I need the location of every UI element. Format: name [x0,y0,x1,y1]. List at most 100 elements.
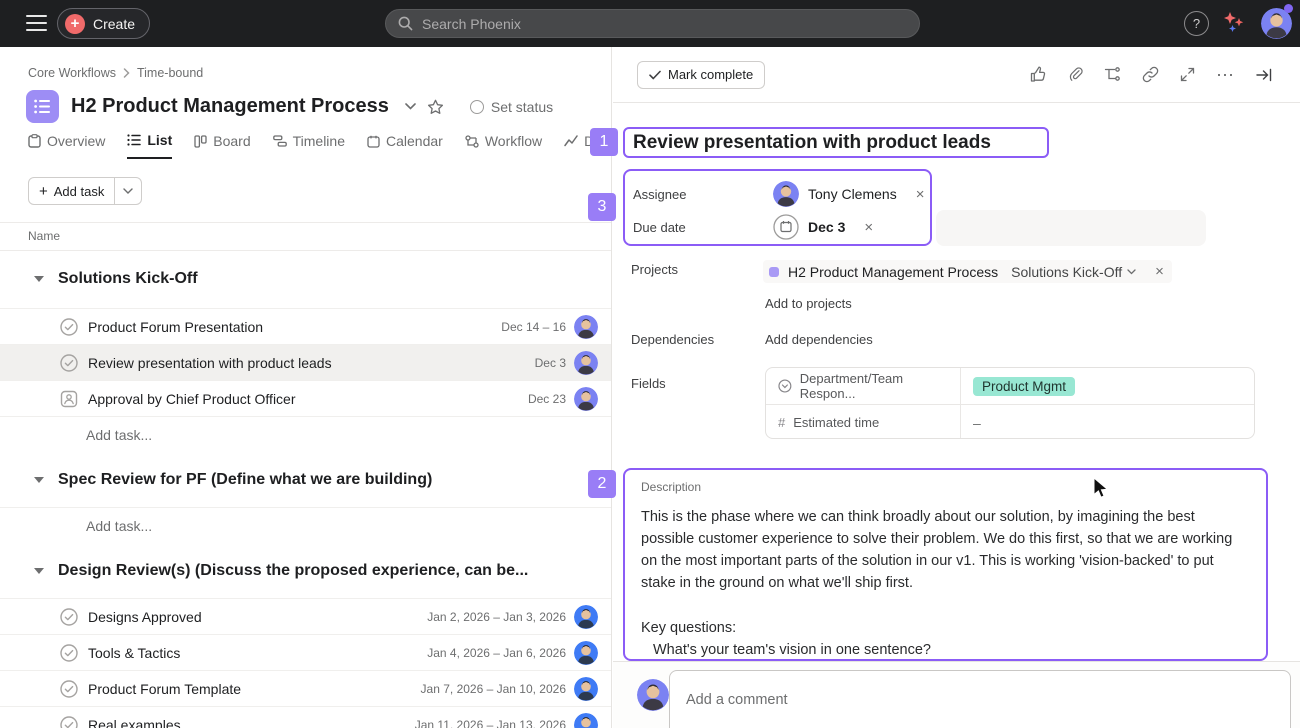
create-button[interactable]: + Create [57,8,150,39]
section-design-reviews[interactable]: Design Review(s) (Discuss the proposed e… [0,544,612,599]
project-assignment[interactable]: H2 Product Management Process Solutions … [763,260,1172,283]
remove-assignee-icon[interactable]: × [916,186,925,203]
remove-due-date-icon[interactable]: × [864,219,873,236]
subtasks-icon[interactable] [1104,67,1121,82]
collapse-triangle-icon [34,477,44,483]
collapse-triangle-icon [34,568,44,574]
tab-workflow[interactable]: Workflow [465,133,542,158]
search-input[interactable]: Search Phoenix [385,9,920,38]
chevron-down-icon [123,188,133,194]
more-options-icon[interactable]: ⋯ [1216,70,1235,80]
help-label: ? [1193,16,1200,31]
project-list-icon[interactable] [26,90,59,123]
tab-timeline-label: Timeline [293,133,345,149]
set-status-button[interactable]: Set status [470,99,553,115]
ghost-tooltip [936,210,1206,246]
task-row-selected[interactable]: Review presentation with product leads D… [0,345,612,381]
section-spec-review[interactable]: Spec Review for PF (Define what we are b… [0,453,612,508]
check-circle-icon[interactable] [60,318,78,336]
check-circle-icon[interactable] [60,716,78,728]
chevron-down-icon[interactable] [405,103,416,110]
fields-table: Department/Team Respon... Product Mgmt #… [765,367,1255,439]
add-dependencies-link[interactable]: Add dependencies [765,332,873,347]
mark-complete-button[interactable]: Mark complete [637,61,765,89]
description-field[interactable]: Description This is the phase where we c… [623,468,1268,661]
task-row[interactable]: Product Forum Presentation Dec 14 – 16 [0,309,612,345]
task-name: Review presentation with product leads [88,355,332,371]
due-date-value[interactable]: Dec 3 × [773,214,873,240]
check-circle-icon[interactable] [60,354,78,372]
section-title: Design Review(s) (Discuss the proposed e… [54,562,528,580]
add-task-button[interactable]: + Add task [28,177,142,205]
tab-calendar-label: Calendar [386,133,443,149]
task-row[interactable]: Designs Approved Jan 2, 2026 – Jan 3, 20… [0,599,612,635]
chevron-right-icon [123,68,130,78]
task-row[interactable]: Tools & Tactics Jan 4, 2026 – Jan 6, 202… [0,635,612,671]
assignee-avatar [574,351,598,375]
field-value-cell[interactable]: – [961,415,1254,431]
assignee-avatar [773,181,799,207]
section-solutions-kickoff[interactable]: Solutions Kick-Off [0,250,612,309]
page-title: H2 Product Management Process [71,95,389,118]
assignee-avatar [574,605,598,629]
approval-icon[interactable] [60,390,78,408]
project-list-panel: Core Workflows Time-bound H2 Product Man… [0,47,612,728]
field-name: Estimated time [793,415,879,430]
annotation-badge-1: 1 [590,128,618,156]
asana-app: + Create Search Phoenix ? Core Workflows [0,0,1300,728]
add-task-dropdown[interactable] [114,178,141,204]
field-name-cell[interactable]: Department/Team Respon... [766,368,961,404]
comment-input[interactable]: Add a comment [669,670,1291,728]
hamburger-menu-icon[interactable] [26,15,47,31]
attachment-icon[interactable] [1068,66,1083,83]
add-task-inline[interactable]: Add task... [0,508,612,544]
search-icon [398,16,413,31]
close-panel-icon[interactable] [1256,68,1272,82]
check-circle-icon[interactable] [60,644,78,662]
task-row[interactable]: Approval by Chief Product Officer Dec 23 [0,381,612,417]
task-date: Jan 2, 2026 – Jan 3, 2026 [427,610,566,624]
tab-workflow-label: Workflow [485,133,542,149]
field-value-cell[interactable]: Product Mgmt [961,377,1254,396]
set-status-label: Set status [491,99,553,115]
project-section-picker[interactable]: Solutions Kick-Off [1011,264,1136,280]
like-icon[interactable] [1030,66,1047,83]
link-icon[interactable] [1142,66,1159,83]
expand-icon[interactable] [1180,67,1195,82]
top-bar: + Create Search Phoenix ? [0,0,1300,47]
add-to-projects-link[interactable]: Add to projects [765,296,852,311]
comment-bar: Add a comment [613,661,1300,728]
task-list: Solutions Kick-Off Product Forum Present… [0,250,612,728]
add-task-inline[interactable]: Add task... [0,417,612,453]
task-row[interactable]: Product Forum Template Jan 7, 2026 – Jan… [0,671,612,707]
tab-list[interactable]: List [127,132,172,159]
status-circle-icon [470,100,484,114]
assignee-avatar [574,387,598,411]
dropdown-field-icon [778,379,792,393]
due-date-label: Due date [633,220,773,235]
check-circle-icon[interactable] [60,608,78,626]
project-header: H2 Product Management Process Set status [26,90,553,123]
field-name-cell[interactable]: # Estimated time [766,405,961,439]
task-name: Product Forum Presentation [88,319,263,335]
breadcrumb-core-workflows[interactable]: Core Workflows [28,66,116,80]
tab-board[interactable]: Board [194,133,250,158]
calendar-circle-icon [773,214,799,240]
task-row[interactable]: Real examples Jan 11, 2026 – Jan 13, 202… [0,707,612,728]
department-chip[interactable]: Product Mgmt [973,377,1075,396]
task-name: Tools & Tactics [88,645,180,661]
tab-calendar[interactable]: Calendar [367,133,443,158]
tab-timeline[interactable]: Timeline [273,133,345,158]
ai-sparkles-icon[interactable] [1221,12,1245,34]
help-button[interactable]: ? [1184,11,1209,36]
assignee-avatar [574,677,598,701]
assignee-value[interactable]: Tony Clemens × [773,181,924,207]
star-icon[interactable] [427,99,444,115]
project-color-dot [769,267,779,277]
mark-complete-label: Mark complete [668,67,753,82]
task-title-field[interactable]: Review presentation with product leads [623,127,1049,158]
check-circle-icon[interactable] [60,680,78,698]
remove-project-icon[interactable]: × [1155,263,1164,280]
tab-overview[interactable]: Overview [28,133,105,158]
breadcrumb-time-bound[interactable]: Time-bound [137,66,203,80]
